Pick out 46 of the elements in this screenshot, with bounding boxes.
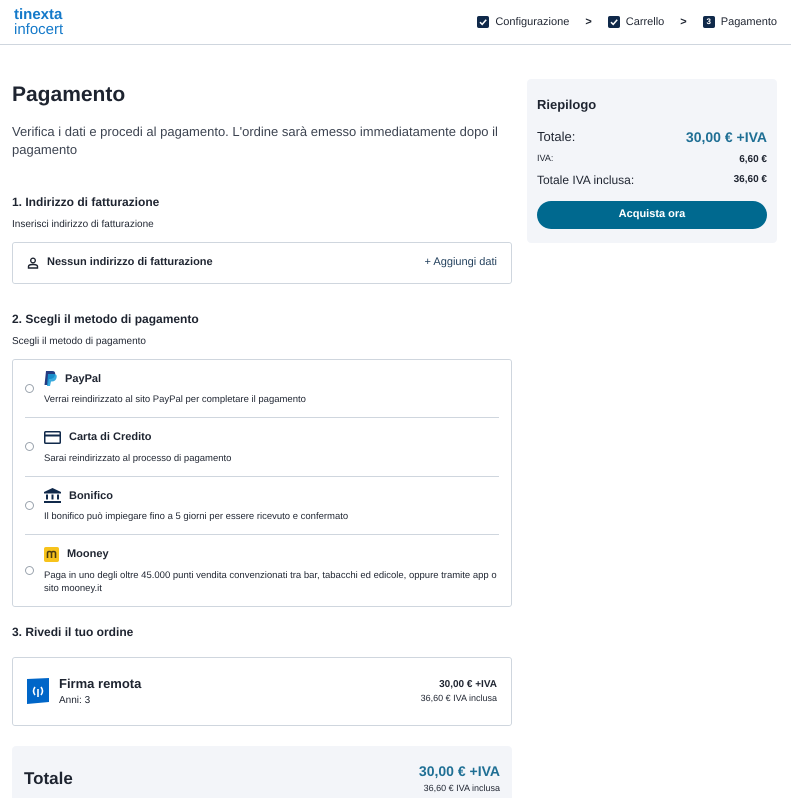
section-subheading: Inserisci indirizzo di fatturazione — [12, 218, 155, 232]
summary-label: Totale IVA inclusa: — [537, 172, 634, 188]
step-label[interactable]: Pagamento — [720, 14, 777, 30]
radio-button[interactable] — [25, 442, 34, 452]
buy-now-button[interactable]: Acquista ora — [537, 200, 767, 228]
method-description: Il bonifico può impiegare fino a 5 giorni per essere ricevuto e confermato — [44, 510, 348, 523]
empty-address-text: Nessun indirizzo di fatturazione — [47, 255, 213, 270]
section-subheading: Scegli il metodo di pagamento — [12, 334, 147, 348]
method-description: Paga in uno degli oltre 45.000 punti vendita convenzionati tra bar, tabacchi ed edicole, oppure tramite app o sito mooney.it — [44, 568, 498, 594]
method-name: PayPal — [65, 372, 102, 386]
radio-button[interactable] — [25, 384, 34, 393]
product-price: 30,00 € +IVA — [439, 678, 497, 692]
person-icon — [27, 256, 39, 268]
total-price: 30,00 € +IVA — [418, 762, 500, 782]
chevron-icon: > — [585, 14, 592, 30]
product-detail: Anni: 3 — [59, 694, 92, 708]
method-name: Bonifico — [69, 488, 113, 504]
method-description: Verrai reindirizzato al sito PayPal per completare il pagamento — [44, 393, 306, 406]
summary-title: Riepilogo — [537, 96, 598, 114]
method-name: Mooney — [67, 547, 109, 562]
product-name: Firma remota — [59, 674, 142, 693]
radio-button[interactable] — [25, 500, 34, 510]
total-label: Totale — [24, 768, 73, 790]
step-label[interactable]: Carrello — [626, 14, 664, 30]
method-description: Sarai reindirizzato al processo di pagamento — [44, 452, 232, 464]
intro-text: Verifica i dati e procedi al pagamento. L'ordine sarà emesso immediatamente dopo il pagamento — [12, 122, 499, 158]
logo-wordmark[interactable]: tinexta — [14, 7, 64, 22]
summary-value: 30,00 € +IVA — [686, 128, 767, 146]
section-heading: 2. Scegli il metodo di pagamento — [12, 310, 200, 328]
logo-wordmark-subtitle[interactable]: infocert — [14, 22, 64, 37]
radio-button[interactable] — [25, 566, 34, 575]
method-name: Carta di Credito — [69, 430, 152, 445]
chevron-icon: > — [680, 14, 687, 30]
summary-label: IVA: — [537, 152, 554, 166]
total-price-incl-vat: 36,60 € IVA inclusa — [424, 782, 500, 796]
product-logo-icon — [27, 678, 49, 704]
step-number: 3 — [702, 16, 715, 28]
add-data-link[interactable]: + Aggiungi dati — [424, 254, 497, 271]
section-heading: 1. Indirizzo di fatturazione — [12, 194, 160, 210]
step-label[interactable]: Configurazione — [495, 14, 570, 30]
summary-label: Totale: — [537, 128, 576, 146]
page-title: Pagamento — [12, 82, 126, 108]
summary-value: 36,60 € — [734, 173, 767, 187]
product-price-incl-vat: 36,60 € IVA inclusa — [420, 692, 497, 705]
summary-value: 6,60 € — [739, 152, 767, 166]
section-heading: 3. Rivedi il tuo ordine — [12, 624, 134, 640]
